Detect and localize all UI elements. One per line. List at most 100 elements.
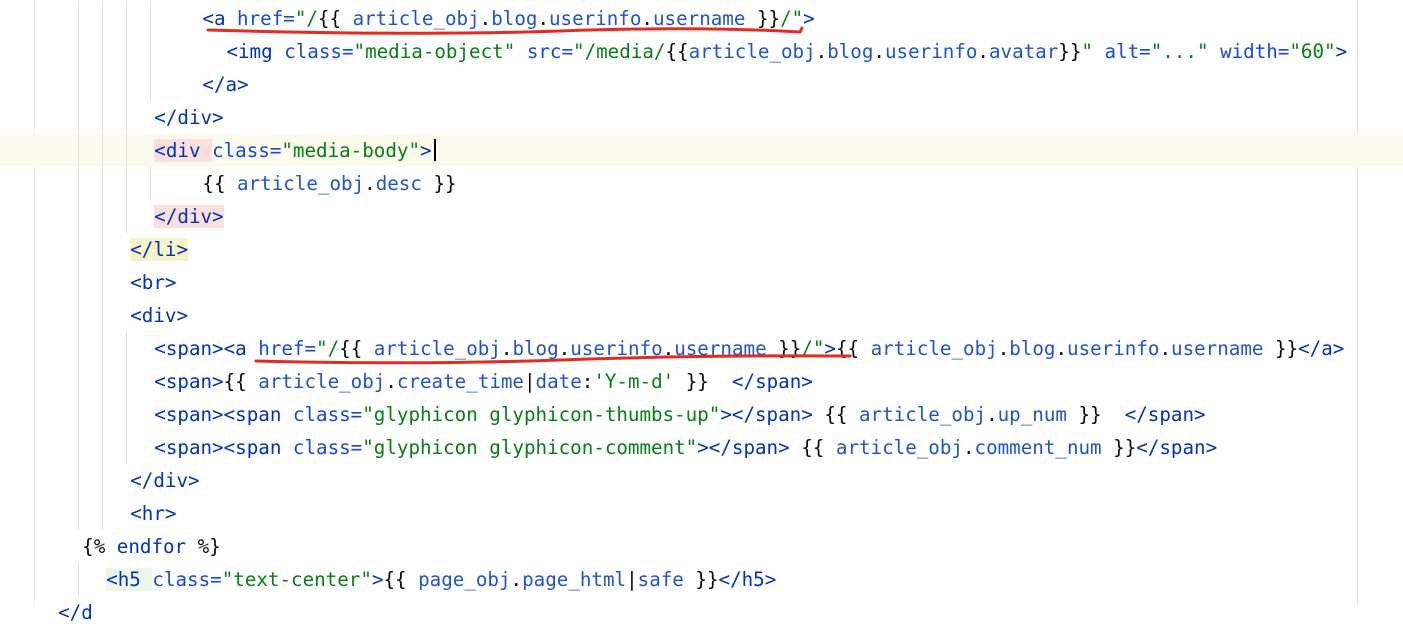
code-token: {% xyxy=(82,535,117,558)
code-token: "/ xyxy=(294,7,318,30)
indent-guide xyxy=(126,101,128,134)
code-token: }} xyxy=(1101,436,1137,459)
indent-guide xyxy=(78,332,80,365)
code-line[interactable]: <h5 class="text-center">{{ page_obj.page… xyxy=(0,563,1403,596)
indent-guide xyxy=(126,365,128,398)
code-token: </a> xyxy=(202,73,249,96)
code-line[interactable]: <a href="/{{ article_obj.blog.userinfo.u… xyxy=(0,2,1403,35)
text-caret xyxy=(433,139,436,161)
code-token: avatar xyxy=(988,40,1059,63)
code-text: </div> xyxy=(130,464,199,497)
code-line[interactable]: <img class="media-object" src="/media/{{… xyxy=(0,35,1403,68)
code-token: </li> xyxy=(130,238,189,261)
code-token: "/ xyxy=(316,337,340,360)
code-token: <span><span xyxy=(154,403,293,426)
code-text: <span>{{ article_obj.create_time|date:'Y… xyxy=(154,365,813,398)
code-line[interactable]: <hr> xyxy=(0,497,1403,530)
code-line[interactable]: </div> xyxy=(0,101,1403,134)
code-token: "/media/ xyxy=(573,40,666,63)
code-token: . xyxy=(873,40,885,63)
indent-guide xyxy=(126,398,128,431)
code-line[interactable]: </a> xyxy=(0,68,1403,101)
indent-guide xyxy=(126,332,128,365)
code-text: <h5 class="text-center">{{ page_obj.page… xyxy=(106,563,776,596)
code-text: </d xyxy=(58,596,93,629)
code-token: {{ xyxy=(812,403,859,426)
indent-guide xyxy=(78,68,80,101)
indent-guide xyxy=(102,167,104,200)
indent-guide xyxy=(102,398,104,431)
code-line[interactable]: <div class="media-body"> xyxy=(0,134,1403,167)
indent-guide xyxy=(102,101,104,134)
indent-guide xyxy=(78,2,80,35)
code-line[interactable]: </div> xyxy=(0,464,1403,497)
code-token: <h5 xyxy=(106,568,153,591)
code-token: username xyxy=(652,7,746,30)
code-line[interactable]: <div> xyxy=(0,299,1403,332)
code-token: <div> xyxy=(130,304,189,327)
indent-guide xyxy=(102,365,104,398)
indent-guide xyxy=(102,134,104,167)
code-token: /" xyxy=(780,7,804,30)
code-token: . xyxy=(479,7,492,30)
code-token: article_obj xyxy=(870,337,998,360)
indent-guide xyxy=(78,266,80,299)
code-line[interactable]: <span>{{ article_obj.create_time|date:'Y… xyxy=(0,365,1403,398)
code-token: desc xyxy=(375,172,422,195)
code-token: article_obj xyxy=(373,337,501,360)
code-line[interactable]: </div> xyxy=(0,200,1403,233)
indent-guide xyxy=(150,2,152,35)
code-token: <span><a xyxy=(154,337,259,360)
indent-guide xyxy=(150,35,152,68)
code-editor[interactable]: <a href="/{{ article_obj.blog.userinfo.u… xyxy=(0,0,1403,624)
code-token: > xyxy=(803,7,815,30)
code-token: > xyxy=(1335,40,1348,63)
code-token: create_time xyxy=(396,370,524,393)
code-token: {{ xyxy=(383,568,419,591)
code-token: ></span> xyxy=(697,436,790,459)
code-text: <img class="media-object" src="/media/{{… xyxy=(226,35,1347,68)
indent-guide xyxy=(78,431,80,464)
indent-guide xyxy=(126,167,128,200)
code-line[interactable]: <span><span class="glyphicon glyphicon-t… xyxy=(0,398,1403,431)
code-line[interactable]: {% endfor %} xyxy=(0,530,1403,563)
code-line[interactable]: {{ article_obj.desc }} xyxy=(0,167,1403,200)
indent-guide xyxy=(78,398,80,431)
code-text: <div> xyxy=(130,299,188,332)
code-token: class= xyxy=(292,403,363,426)
indent-guide xyxy=(78,167,80,200)
code-line[interactable]: <span><a href="/{{ article_obj.blog.user… xyxy=(0,332,1403,365)
code-token: width= xyxy=(1220,40,1290,63)
indent-guide xyxy=(126,35,128,68)
code-token: . xyxy=(641,7,653,30)
code-token: href= xyxy=(237,7,295,30)
code-token: <br> xyxy=(130,271,177,294)
indent-guide xyxy=(78,497,80,530)
code-line[interactable]: <span><span class="glyphicon glyphicon-c… xyxy=(0,431,1403,464)
indent-guide xyxy=(126,134,128,167)
code-token: "60" xyxy=(1289,40,1336,63)
code-text: <br> xyxy=(130,266,176,299)
code-token: | xyxy=(626,568,638,591)
code-line[interactable]: </d xyxy=(0,596,1403,629)
code-line[interactable]: </li> xyxy=(0,233,1403,266)
code-text: <a href="/{{ article_obj.blog.userinfo.u… xyxy=(202,2,814,35)
code-token: blog xyxy=(827,40,874,63)
code-line[interactable]: <br> xyxy=(0,266,1403,299)
code-text: </a> xyxy=(202,68,248,101)
code-token: up_num xyxy=(997,403,1067,426)
code-token: class= xyxy=(212,139,282,162)
indent-guide xyxy=(78,365,80,398)
indent-guide xyxy=(150,68,152,101)
code-token: <span> xyxy=(154,370,224,393)
code-token: </span> xyxy=(1136,436,1218,459)
indent-guide xyxy=(126,2,128,35)
code-token: . xyxy=(977,40,989,63)
code-token: userinfo xyxy=(570,337,663,360)
code-token: <hr> xyxy=(130,502,177,525)
indent-guide xyxy=(78,464,80,497)
code-token: /" xyxy=(801,337,825,360)
indent-guide xyxy=(78,35,80,68)
code-token: . xyxy=(510,568,523,591)
